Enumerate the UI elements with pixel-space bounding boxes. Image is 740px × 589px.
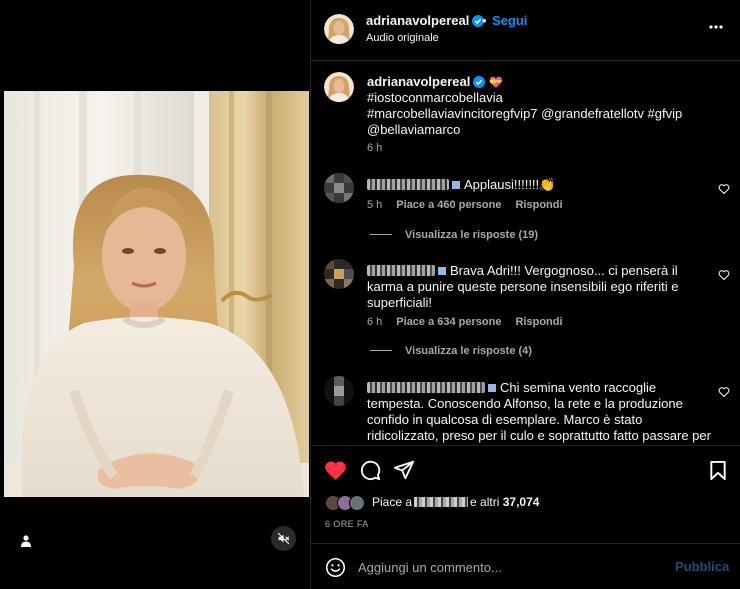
comment-time: 6 h <box>367 316 383 328</box>
publish-button[interactable]: Pubblica <box>675 559 729 574</box>
post-video[interactable] <box>4 91 309 497</box>
audio-label[interactable]: Audio originale <box>366 32 439 44</box>
audio-muted-icon[interactable] <box>271 526 296 551</box>
bookmark-icon[interactable] <box>706 458 730 482</box>
post-header: adrianavolpereal • Segui Audio originale <box>311 0 740 61</box>
caption-hashtag-line[interactable]: #iostoconmarcobellavia <box>367 90 503 105</box>
comment-composer: Pubblica <box>311 543 740 589</box>
replies-divider <box>370 350 392 351</box>
author-avatar[interactable] <box>324 14 354 44</box>
caption-time: 6 h <box>367 142 383 154</box>
reply-button[interactable]: Rispondi <box>515 316 562 328</box>
verified-badge-icon <box>473 76 486 88</box>
comments-list[interactable]: adrianavolpereal 💝 #iostoconmarcobellavia… <box>311 61 740 445</box>
comment-likes[interactable]: Piace a 634 persone <box>396 316 501 328</box>
comment-text: Chi semina vento raccoglie <box>367 380 707 396</box>
comment-input[interactable] <box>358 556 658 578</box>
blurred-username[interactable] <box>367 179 449 190</box>
blurred-username[interactable] <box>367 382 485 393</box>
blurred-badge <box>488 384 496 392</box>
reply-button[interactable]: Rispondi <box>515 199 562 211</box>
likes-count[interactable]: 37,074 <box>503 495 540 509</box>
follow-button[interactable]: Segui <box>492 13 527 28</box>
blurred-badge <box>438 267 446 275</box>
comment-like-icon[interactable] <box>718 269 730 281</box>
comment-text: confido in qualcosa di esemplare. Marco … <box>367 412 643 427</box>
media-pane <box>0 0 310 589</box>
comment-like-icon[interactable] <box>718 183 730 195</box>
more-options-icon[interactable] <box>707 18 725 36</box>
blurred-liker-name[interactable] <box>414 497 469 507</box>
share-icon[interactable] <box>392 458 416 482</box>
comment-text: Brava Adri!!! Vergognoso... ci penserà i… <box>367 263 707 279</box>
caption-hashtag-line[interactable]: #marcobellaviavincitoregfvip7 @grandefra… <box>367 106 682 121</box>
comment-icon[interactable] <box>358 458 382 482</box>
view-replies-button[interactable]: Visualizza le risposte (19) <box>370 229 538 241</box>
liker-avatar <box>349 495 365 511</box>
caption-avatar[interactable] <box>324 72 354 102</box>
comment-text: ridicolizzato, preso per il culo e sopra… <box>367 428 711 443</box>
video-still <box>4 91 309 497</box>
blurred-badge <box>452 181 460 189</box>
comment-text: superficiali! <box>367 295 433 310</box>
caption-username[interactable]: adrianavolpereal 💝 <box>367 74 503 89</box>
tagged-user-icon[interactable] <box>18 533 34 549</box>
like-icon[interactable] <box>323 458 347 482</box>
likes-text: Piace ae altri 37,074 <box>372 495 540 509</box>
blurred-username[interactable] <box>367 265 435 276</box>
comment-text: karma a punire queste persone insensibil… <box>367 279 679 294</box>
comment-text: tempesta. Conoscendo Alfonso, la rete e … <box>367 396 683 411</box>
view-replies-button[interactable]: Visualizza le risposte (4) <box>370 345 532 357</box>
commenter-avatar[interactable] <box>324 259 354 289</box>
author-username[interactable]: adrianavolpereal <box>366 13 485 28</box>
comment-like-icon[interactable] <box>718 386 730 398</box>
comment-likes[interactable]: Piace a 460 persone <box>396 199 501 211</box>
commenter-avatar[interactable] <box>324 376 354 406</box>
replies-divider <box>370 234 392 235</box>
comment-time: 5 h <box>367 199 383 211</box>
comment-meta: 6 h Piace a 634 persone Rispondi <box>367 316 577 328</box>
commenter-avatar[interactable] <box>324 173 354 203</box>
header-separator: • <box>482 13 487 28</box>
heart-gift-emoji: 💝 <box>489 77 504 89</box>
post-timestamp: 6 ORE FA <box>325 519 369 529</box>
comment-meta: 5 h Piace a 460 persone Rispondi <box>367 199 577 211</box>
comment-text: Applausi!!!!!!!👏 <box>367 177 707 193</box>
liker-avatars <box>325 495 369 511</box>
post-actions: Piace ae altri 37,074 6 ORE FA <box>311 445 740 543</box>
caption-mention-line[interactable]: @bellaviamarco <box>367 122 460 137</box>
post-side-panel: adrianavolpereal • Segui Audio originale… <box>310 0 740 589</box>
emoji-icon[interactable] <box>324 556 346 578</box>
